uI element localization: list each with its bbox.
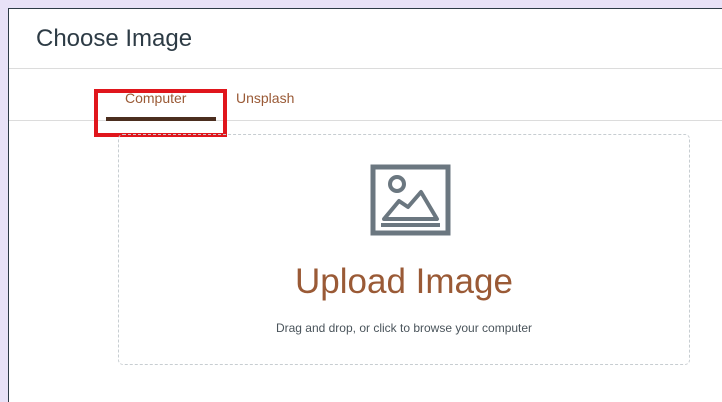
dialog-header: Choose Image bbox=[9, 9, 722, 69]
upload-subtitle: Drag and drop, or click to browse your c… bbox=[275, 321, 533, 335]
image-icon bbox=[370, 164, 451, 236]
selected-tab-indicator bbox=[106, 117, 216, 121]
upload-title: Upload Image bbox=[295, 262, 513, 301]
dialog-title: Choose Image bbox=[36, 25, 193, 52]
image-source-tabs: Computer Unsplash bbox=[9, 69, 722, 137]
upload-dropzone[interactable]: Upload Image Drag and drop, or click to … bbox=[118, 134, 690, 365]
choose-image-dialog: Choose Image Computer Unsplash Upload Im… bbox=[8, 8, 722, 402]
tab-unsplash[interactable]: Unsplash bbox=[236, 90, 294, 106]
tab-computer[interactable]: Computer bbox=[125, 90, 186, 106]
